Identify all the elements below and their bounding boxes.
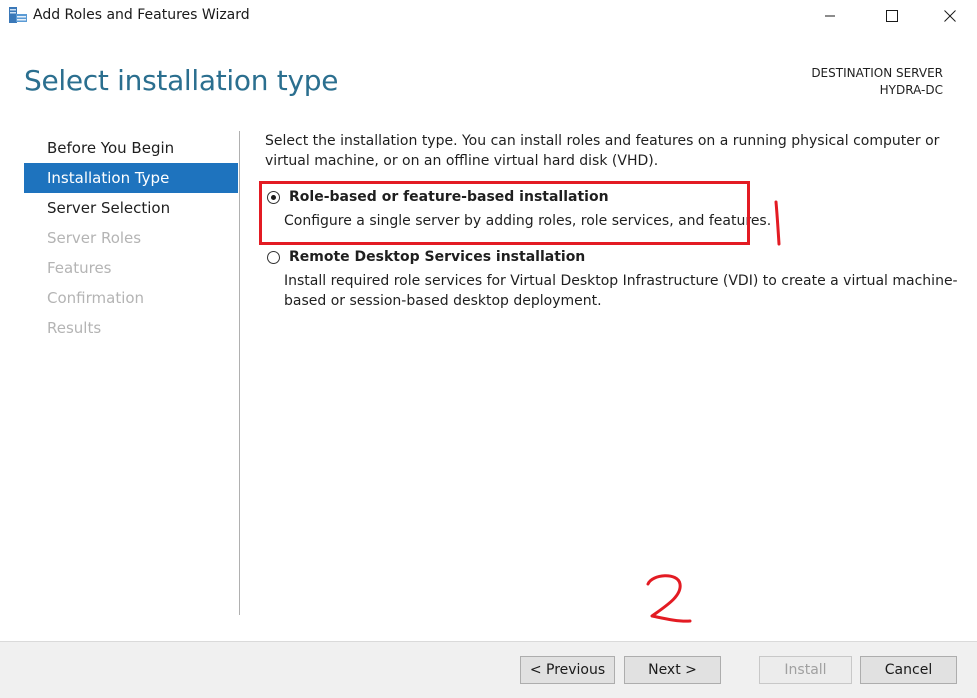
nav-item-installation-type[interactable]: Installation Type xyxy=(24,163,238,193)
annotation-highlight-box xyxy=(259,181,750,245)
destination-server-info: DESTINATION SERVER HYDRA-DC xyxy=(811,65,943,99)
annotation-mark-1 xyxy=(774,200,781,246)
install-button: Install xyxy=(759,656,852,684)
title-bar: Add Roles and Features Wizard xyxy=(0,0,977,32)
maximize-icon xyxy=(886,10,898,22)
annotation-mark-2 xyxy=(646,574,692,623)
nav-item-server-selection[interactable]: Server Selection xyxy=(24,193,238,223)
nav-item-confirmation: Confirmation xyxy=(47,289,145,307)
close-button[interactable] xyxy=(927,0,973,32)
destination-server-label: DESTINATION SERVER xyxy=(811,66,943,80)
nav-item-server-roles: Server Roles xyxy=(47,229,142,247)
next-button[interactable]: Next > xyxy=(624,656,721,684)
nav-item-features: Features xyxy=(47,259,112,277)
server-manager-icon xyxy=(8,6,28,24)
maximize-button[interactable] xyxy=(869,0,915,32)
previous-button[interactable]: < Previous xyxy=(520,656,615,684)
remote-desktop-radio[interactable] xyxy=(267,251,280,264)
window-title: Add Roles and Features Wizard xyxy=(33,7,250,23)
cancel-button[interactable]: Cancel xyxy=(860,656,957,684)
minimize-button[interactable] xyxy=(807,0,853,32)
nav-item-before-you-begin[interactable]: Before You Begin xyxy=(24,133,238,163)
nav-divider xyxy=(239,131,240,615)
minimize-icon xyxy=(825,15,835,17)
nav-item-results: Results xyxy=(47,319,102,337)
destination-server-name: HYDRA-DC xyxy=(879,83,943,97)
wizard-steps-nav: Before You Begin Installation Type Serve… xyxy=(24,133,238,343)
wizard-footer: < Previous Next > Install Cancel xyxy=(0,641,977,698)
page-title: Select installation type xyxy=(24,64,339,97)
intro-text: Select the installation type. You can in… xyxy=(265,133,940,169)
option-remote-desktop-description: Install required role services for Virtu… xyxy=(284,273,958,309)
option-remote-desktop-title[interactable]: Remote Desktop Services installation xyxy=(289,249,585,265)
close-icon xyxy=(944,10,956,22)
main-content: Select the installation type. You can in… xyxy=(265,131,958,309)
